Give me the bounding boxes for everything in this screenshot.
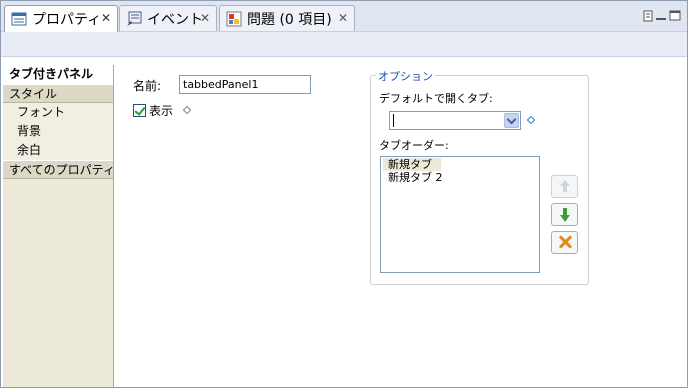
options-group-title: オプション	[376, 68, 435, 84]
nav-item-label: スタイル	[9, 87, 58, 101]
tab-order-list[interactable]: 新規タブ 新規タブ 2	[380, 156, 540, 273]
maximize-icon[interactable]	[669, 10, 681, 25]
show-checkbox[interactable]	[133, 104, 146, 117]
events-icon	[126, 11, 142, 27]
list-item[interactable]: 新規タブ	[383, 158, 441, 171]
move-down-button[interactable]	[551, 203, 578, 226]
properties-view: プロパティ ✕ イベント ✕ 問題 (0 項目) ✕ タブ付きパネル スタイル …	[0, 0, 688, 388]
chevron-down-icon[interactable]	[504, 113, 519, 128]
nav-item-label: 余白	[17, 143, 42, 157]
view-menu-controls	[643, 10, 681, 25]
tab-events[interactable]: イベント ✕	[119, 5, 217, 31]
view-tab-strip: プロパティ ✕ イベント ✕ 問題 (0 項目) ✕	[1, 1, 687, 32]
nav-item-style[interactable]: スタイル	[3, 84, 113, 103]
default-tab-select[interactable]	[389, 111, 521, 130]
problems-icon	[226, 11, 242, 27]
binding-diamond-icon[interactable]	[182, 105, 192, 115]
nav-item-label: タブ付きパネル	[9, 67, 94, 81]
nav-item-label: 背景	[17, 124, 42, 138]
nav-item-background[interactable]: 背景	[3, 122, 113, 141]
nav-item-all-properties[interactable]: すべてのプロパティ	[3, 160, 115, 179]
list-item[interactable]: 新規タブ 2	[383, 171, 537, 184]
view-toolbar	[1, 32, 687, 57]
close-icon[interactable]: ✕	[200, 11, 210, 25]
tab-problems[interactable]: 問題 (0 項目) ✕	[219, 5, 355, 31]
nav-item-label: フォント	[17, 105, 66, 119]
default-tab-label: デフォルトで開くタブ:	[379, 92, 493, 105]
close-icon[interactable]: ✕	[338, 11, 348, 25]
tab-order-label: タブオーダー:	[379, 139, 449, 152]
nav-item-label: すべてのプロパティ	[9, 163, 115, 177]
remove-tab-button[interactable]	[551, 231, 578, 254]
arrow-up-stem	[563, 186, 567, 192]
tab-properties-label: プロパティ	[32, 12, 102, 28]
property-category-nav: タブ付きパネル スタイル フォント 背景 余白 すべてのプロパティ	[3, 65, 115, 387]
nav-item-font[interactable]: フォント	[3, 103, 113, 122]
tab-events-label: イベント	[147, 11, 203, 28]
tab-properties[interactable]: プロパティ ✕	[4, 5, 118, 32]
text-cursor	[393, 114, 394, 127]
nav-item-tabbed-panel[interactable]: タブ付きパネル	[3, 65, 113, 84]
delete-x-icon	[558, 235, 572, 249]
tab-problems-label: 問題 (0 項目)	[247, 11, 332, 28]
minimize-icon[interactable]	[655, 10, 667, 25]
arrow-down-icon	[560, 215, 570, 222]
show-label: 表示	[149, 104, 174, 118]
arrow-down-stem	[563, 208, 567, 215]
nav-item-margin[interactable]: 余白	[3, 141, 113, 160]
name-label: 名前:	[133, 79, 162, 93]
properties-table-icon	[11, 11, 27, 27]
view-menu-icon[interactable]	[643, 10, 653, 25]
close-icon[interactable]: ✕	[101, 11, 111, 25]
move-up-button[interactable]	[551, 175, 578, 198]
name-field[interactable]	[179, 75, 311, 94]
